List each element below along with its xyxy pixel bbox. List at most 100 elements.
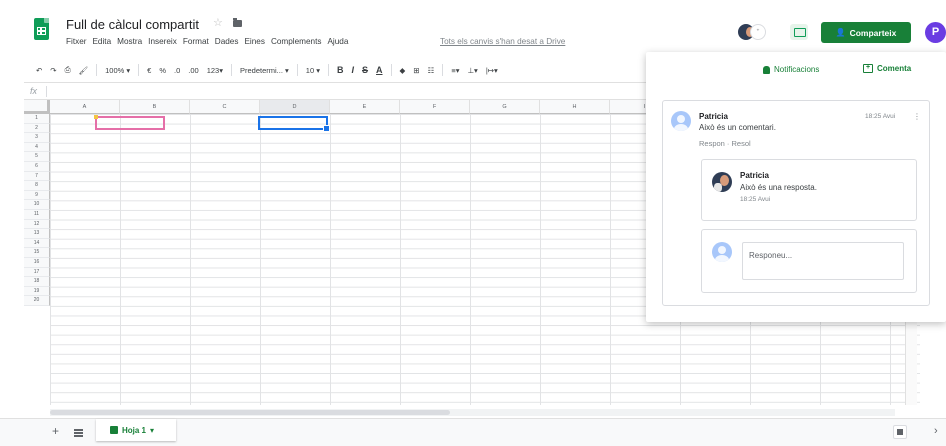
comment-thread[interactable]: Patricia Això és un comentari. 18:25 Avu… <box>662 100 930 306</box>
menu-edit[interactable]: Edita <box>92 37 111 51</box>
row-header[interactable]: 5 <box>24 152 50 162</box>
menu-tools[interactable]: Eines <box>244 37 264 51</box>
column-header-selected[interactable]: D <box>260 100 330 114</box>
toolbar: ↶ ↷ ⎙ 🖌 100% ▾ € % .0 .00 123▾ Predeterm… <box>0 58 660 82</box>
formula-bar[interactable]: fx <box>24 82 664 100</box>
reply-input[interactable]: Responeu... <box>742 242 904 280</box>
currency-format-button[interactable]: € <box>143 66 155 75</box>
text-wrap-icon[interactable]: |↦▾ <box>482 66 502 75</box>
comments-panel: Notificacions + Comenta Patricia Això és… <box>646 52 946 322</box>
row-header[interactable]: 19 <box>24 286 50 297</box>
sheet-tabs-bar: + Hoja 1 ▾ › <box>0 418 946 446</box>
vertical-align-icon[interactable]: ⊥▾ <box>464 66 482 75</box>
borders-icon[interactable]: ⊞ <box>409 66 423 75</box>
menu-view[interactable]: Mostra <box>117 37 142 51</box>
toolbar-divider <box>328 64 329 76</box>
row-header[interactable]: 2 <box>24 123 50 134</box>
merge-cells-icon[interactable]: ☷ <box>424 66 439 75</box>
text-color-button[interactable]: A <box>372 65 387 75</box>
column-header[interactable]: H <box>540 100 610 114</box>
increase-decimal-button[interactable]: .00 <box>184 66 202 75</box>
row-header[interactable]: 11 <box>24 209 50 220</box>
header: Full de càlcul compartit ☆ Fitxer Edita … <box>0 0 946 58</box>
sheets-logo-icon[interactable] <box>34 18 49 40</box>
scrollbar-thumb[interactable] <box>50 410 450 415</box>
add-comment-button[interactable]: + Comenta <box>863 64 911 73</box>
menu-help[interactable]: Ajuda <box>327 37 348 51</box>
horizontal-scrollbar[interactable] <box>50 409 895 416</box>
sheet-icon <box>110 426 118 434</box>
more-options-icon[interactable]: ⋮ <box>913 112 921 121</box>
row-header[interactable]: 18 <box>24 277 50 287</box>
menubar: Fitxer Edita Mostra Insereix Format Dade… <box>66 37 348 51</box>
comment-timestamp: 18:25 Avui <box>865 113 896 120</box>
collaborators-more-icon[interactable]: ⁺ <box>750 24 766 40</box>
menu-addons[interactable]: Complements <box>271 37 322 51</box>
column-header[interactable]: G <box>470 100 540 114</box>
zoom-select[interactable]: 100% ▾ <box>101 66 134 75</box>
row-header[interactable]: 10 <box>24 200 50 210</box>
notifications-button[interactable]: Notificacions <box>763 65 819 74</box>
paint-format-icon[interactable]: 🖌 <box>75 66 93 75</box>
italic-button[interactable]: I <box>348 65 359 75</box>
menu-file[interactable]: Fitxer <box>66 37 86 51</box>
percent-format-button[interactable]: % <box>155 66 170 75</box>
share-button[interactable]: 👤 Comparteix <box>821 22 911 43</box>
menu-format[interactable]: Format <box>183 37 209 51</box>
row-header[interactable]: 12 <box>24 219 50 230</box>
active-cell-selection[interactable] <box>258 116 330 132</box>
more-formats-button[interactable]: 123▾ <box>203 66 227 75</box>
column-header[interactable]: E <box>330 100 400 114</box>
bold-button[interactable]: B <box>333 65 348 75</box>
all-sheets-icon[interactable] <box>74 429 83 437</box>
row-header[interactable]: 20 <box>24 296 50 306</box>
decrease-decimal-button[interactable]: .0 <box>170 66 184 75</box>
sheet-tab-hoja-1[interactable]: Hoja 1 ▾ <box>96 419 176 441</box>
row-header[interactable]: 3 <box>24 133 50 143</box>
comment-actions[interactable]: Respon · Resol <box>699 139 751 148</box>
collaborators[interactable]: ⁺ <box>737 23 767 41</box>
add-comment-label: Comenta <box>877 64 912 73</box>
redo-icon[interactable]: ↷ <box>46 66 60 75</box>
profile-avatar[interactable]: P <box>925 22 946 43</box>
strikethrough-button[interactable]: S <box>358 65 372 75</box>
fill-color-icon[interactable]: ◆ <box>396 66 410 75</box>
star-icon[interactable]: ☆ <box>213 16 223 29</box>
comment-reply[interactable]: Patricia Això és una resposta. 18:25 Avu… <box>701 159 917 221</box>
horizontal-align-icon[interactable]: ≡▾ <box>447 66 463 75</box>
row-header[interactable]: 6 <box>24 161 50 172</box>
print-icon[interactable]: ⎙ <box>61 65 75 75</box>
column-header[interactable]: C <box>190 100 260 114</box>
column-header[interactable]: A <box>50 100 120 114</box>
folder-icon[interactable] <box>233 18 242 27</box>
comment-history-icon[interactable] <box>790 24 808 40</box>
undo-icon[interactable]: ↶ <box>32 66 46 75</box>
formula-divider <box>46 86 47 97</box>
row-header[interactable]: 1 <box>24 114 50 124</box>
document-title[interactable]: Full de càlcul compartit <box>66 17 199 32</box>
explore-icon[interactable] <box>893 425 907 439</box>
row-header[interactable]: 15 <box>24 248 50 258</box>
menu-data[interactable]: Dades <box>215 37 239 51</box>
font-size-select[interactable]: 10 ▾ <box>302 66 324 75</box>
column-header[interactable]: B <box>120 100 190 114</box>
row-header[interactable]: 7 <box>24 171 50 182</box>
row-header[interactable]: 13 <box>24 229 50 239</box>
row-header[interactable]: 17 <box>24 267 50 278</box>
chevron-down-icon[interactable]: ▾ <box>150 426 154 435</box>
menu-insert[interactable]: Insereix <box>148 37 177 51</box>
column-header[interactable]: F <box>400 100 470 114</box>
save-status-link[interactable]: Tots els canvis s'han desat a Drive <box>440 37 565 46</box>
zoom-value: 100% <box>105 65 125 75</box>
row-header[interactable]: 8 <box>24 181 50 191</box>
row-header[interactable]: 4 <box>24 142 50 153</box>
row-header[interactable]: 16 <box>24 257 50 268</box>
row-header[interactable]: 14 <box>24 238 50 249</box>
select-all-corner[interactable] <box>24 100 50 114</box>
add-sheet-icon[interactable]: + <box>52 424 59 438</box>
row-header[interactable]: 9 <box>24 190 50 201</box>
font-size-value: 10 <box>305 65 315 75</box>
font-select[interactable]: Predetermi... ▾ <box>236 66 293 75</box>
side-panel-arrow-icon[interactable]: › <box>934 425 938 437</box>
collaborator-cell-selection[interactable] <box>94 115 165 130</box>
